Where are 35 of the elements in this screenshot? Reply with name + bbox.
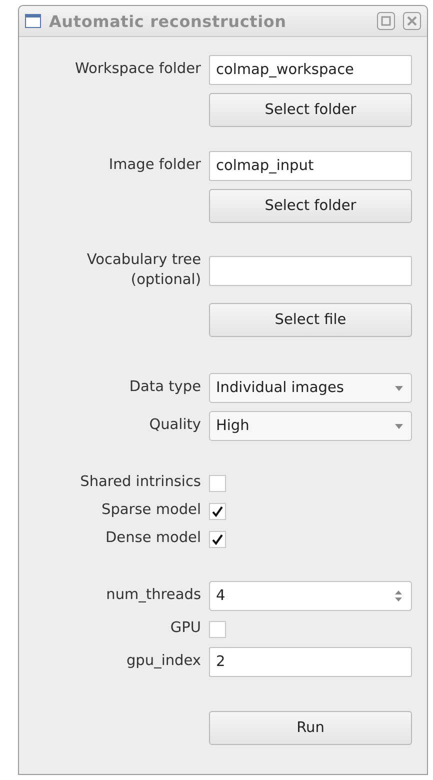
close-icon[interactable] [403,12,421,30]
text-field[interactable]: colmap_workspace [209,55,412,85]
text-field[interactable]: colmap_input [209,151,412,181]
field-label: GPU [169,619,201,638]
action-button[interactable]: Select folder [209,189,412,223]
spin-arrows-icon[interactable] [394,589,403,603]
field-label: Vocabulary tree (optional) [86,251,201,290]
dropdown[interactable]: Individual images [209,373,412,403]
field-label: Quality [148,416,201,436]
checkmark-icon [212,506,223,516]
field-label: Sparse model [100,501,201,520]
caret-icon [395,424,403,428]
text-field[interactable]: 2 [209,647,412,677]
action-button[interactable]: Select folder [209,93,412,127]
checkbox[interactable] [209,474,226,492]
field-label: gpu_index [125,652,201,672]
maximize-icon[interactable] [377,12,395,30]
field-label: Workspace folder [74,60,201,80]
checkbox[interactable] [209,620,226,638]
window-icon [25,14,41,28]
action-button[interactable]: Select file [209,303,412,337]
caret-icon [395,386,403,390]
field-label: Data type [128,378,201,398]
action-button[interactable]: Run [209,711,412,745]
text-field[interactable] [209,256,412,286]
checkbox[interactable] [209,502,226,520]
checkbox[interactable] [209,530,226,548]
field-label: Image folder [108,156,201,176]
dropdown[interactable]: High [209,411,412,441]
checkmark-icon [212,534,223,544]
field-label: num_threads [105,586,201,606]
field-label: Dense model [104,529,201,548]
window-title: Automatic reconstruction [49,12,288,30]
field-label: Shared intrinsics [79,473,201,492]
spin-box[interactable]: 4 [209,581,412,611]
